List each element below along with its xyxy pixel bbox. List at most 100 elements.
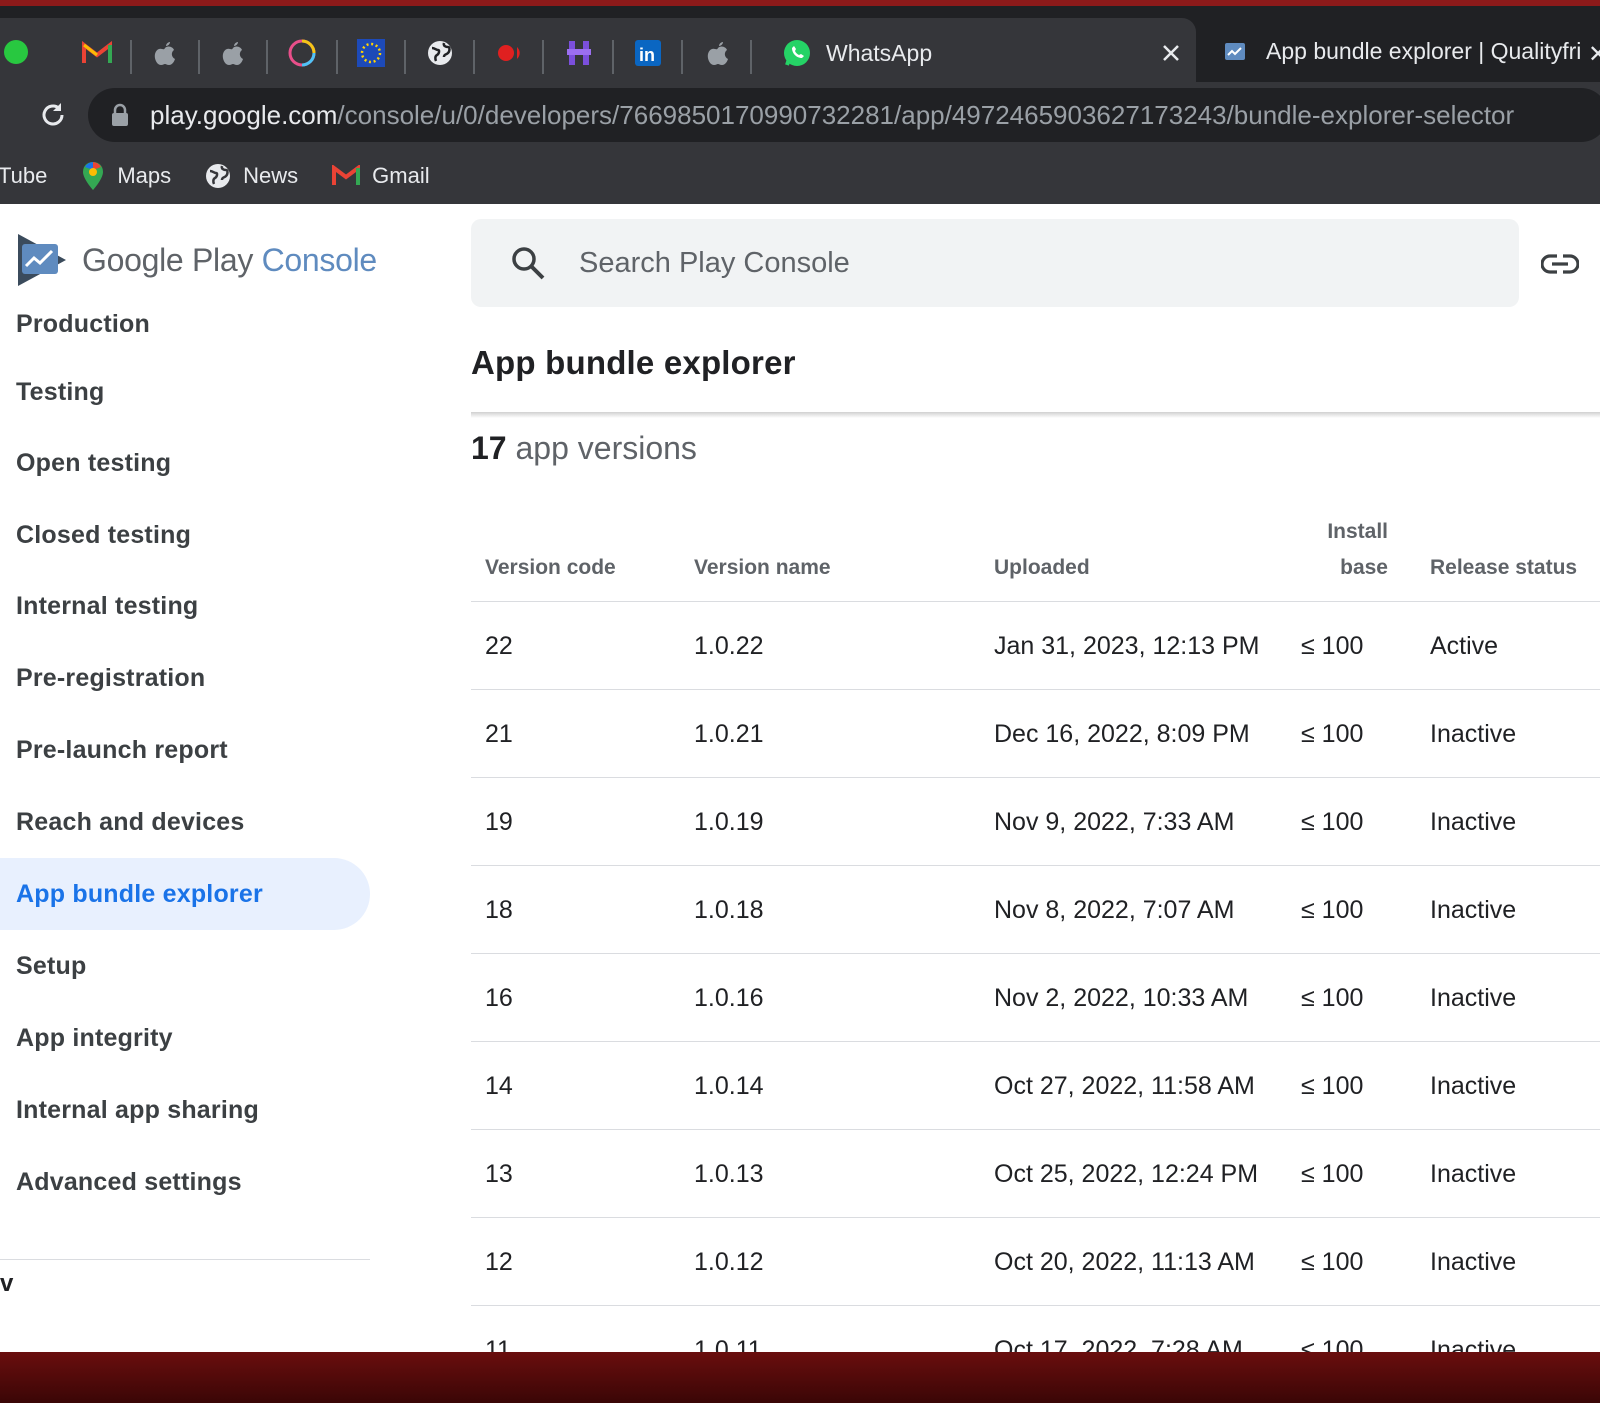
hash-logo-icon xyxy=(567,41,591,65)
bookmark-gmail[interactable]: Gmail xyxy=(332,163,430,189)
cell-version-name: 1.0.19 xyxy=(694,808,764,836)
column-header-version-code[interactable]: Version code xyxy=(485,556,616,580)
sidebar-divider xyxy=(0,1259,370,1260)
pinned-tab-linkedin[interactable]: in xyxy=(631,36,665,70)
globe-icon xyxy=(428,41,452,65)
apple-icon xyxy=(222,42,243,65)
cell-install-base: ≤ 100 xyxy=(1301,808,1364,836)
column-header-version-name[interactable]: Version name xyxy=(694,556,831,580)
lock-icon xyxy=(112,103,128,126)
cell-install-base: ≤ 100 xyxy=(1301,984,1364,1012)
pinned-tab-color-ring[interactable] xyxy=(285,36,319,70)
link-icon xyxy=(1541,254,1579,274)
pinned-tab-hashnode[interactable] xyxy=(562,36,596,70)
url-host: play.google.com xyxy=(150,99,338,130)
sidebar-item-label: Pre-registration xyxy=(16,663,206,692)
apple-icon xyxy=(707,42,728,65)
sidebar-item-label: Testing xyxy=(16,377,105,406)
sidebar-item-internal-app-sharing[interactable]: Internal app sharing xyxy=(0,1074,370,1146)
close-tab-button[interactable]: ✕ xyxy=(1588,40,1600,69)
address-bar[interactable]: play.google.com/console/u/0/developers/7… xyxy=(88,88,1600,142)
sidebar-item-pre-registration[interactable]: Pre-registration xyxy=(0,642,370,714)
reload-button[interactable] xyxy=(34,96,72,134)
table-row[interactable]: 12 1.0.12 Oct 20, 2022, 11:13 AM ≤ 100 I… xyxy=(471,1218,1600,1306)
linkedin-icon: in xyxy=(635,40,661,66)
sidebar-item-testing[interactable]: Testing xyxy=(0,356,370,428)
cell-release-status: Inactive xyxy=(1430,1072,1517,1100)
tab-whatsapp[interactable]: WhatsApp xyxy=(782,36,932,70)
pinned-tab-gmail[interactable] xyxy=(80,36,114,70)
table-row[interactable]: 13 1.0.13 Oct 25, 2022, 12:24 PM ≤ 100 I… xyxy=(471,1130,1600,1218)
cell-uploaded: Oct 27, 2022, 11:58 AM xyxy=(994,1072,1255,1100)
sidebar-item-app-bundle-explorer[interactable]: App bundle explorer xyxy=(0,858,370,930)
sidebar-item-label: Production xyxy=(16,309,150,338)
tab-separator xyxy=(681,40,683,74)
cell-version-name: 1.0.13 xyxy=(694,1160,764,1188)
bookmark-maps[interactable]: Maps xyxy=(81,161,171,191)
record-icon xyxy=(498,45,520,61)
sidebar-item-label: Reach and devices xyxy=(16,807,245,836)
table-row[interactable]: 21 1.0.21 Dec 16, 2022, 8:09 PM ≤ 100 In… xyxy=(471,690,1600,778)
copy-link-button[interactable] xyxy=(1540,244,1580,284)
sidebar-item-label: Open testing xyxy=(16,448,172,477)
tab-separator xyxy=(404,40,406,74)
tab-separator xyxy=(266,40,268,74)
cell-uploaded: Oct 20, 2022, 11:13 AM xyxy=(994,1248,1255,1276)
close-icon xyxy=(1163,45,1179,61)
table-row[interactable]: 14 1.0.14 Oct 27, 2022, 11:58 AM ≤ 100 I… xyxy=(471,1042,1600,1130)
table-row[interactable]: 16 1.0.16 Nov 2, 2022, 10:33 AM ≤ 100 In… xyxy=(471,954,1600,1042)
desktop-background xyxy=(0,1352,1600,1403)
url-path: /console/u/0/developers/7669850170990732… xyxy=(337,99,1515,130)
column-header-release-status[interactable]: Release status xyxy=(1430,556,1577,580)
versions-table: Version code Version name Uploaded Insta… xyxy=(471,494,1600,1352)
cell-release-status: Inactive xyxy=(1430,808,1517,836)
sidebar-item-label: Pre-launch report xyxy=(16,735,228,764)
sidebar-item-internal-testing[interactable]: Internal testing xyxy=(0,570,370,642)
cell-version-name: 1.0.21 xyxy=(694,720,764,748)
column-header-install-line1: Install xyxy=(1327,520,1388,543)
cell-uploaded: Jan 31, 2023, 12:13 PM xyxy=(994,632,1260,660)
version-count-suffix: app versions xyxy=(515,430,697,466)
pinned-tab-apple[interactable] xyxy=(216,36,250,70)
sidebar-item-pre-launch-report[interactable]: Pre-launch report xyxy=(0,714,370,786)
sidebar-item-advanced-settings[interactable]: Advanced settings xyxy=(0,1146,370,1218)
search-input[interactable] xyxy=(579,246,1379,280)
pinned-tab-eu[interactable] xyxy=(354,36,388,70)
pinned-tab-recorder[interactable] xyxy=(493,36,527,70)
tab-separator xyxy=(542,40,544,74)
sidebar-item-production[interactable]: Production xyxy=(0,288,370,360)
bookmark-label: Gmail xyxy=(372,163,430,188)
version-count-number: 17 xyxy=(471,430,507,466)
version-count: 17 app versions xyxy=(471,430,697,467)
cell-version-code: 18 xyxy=(485,896,513,924)
cell-release-status: Inactive xyxy=(1430,1336,1517,1352)
tab-strip: in WhatsApp App bundle explorer | Qualit… xyxy=(0,6,1600,88)
table-row[interactable]: 18 1.0.18 Nov 8, 2022, 7:07 AM ≤ 100 Ina… xyxy=(471,866,1600,954)
table-row[interactable]: 22 1.0.22 Jan 31, 2023, 12:13 PM ≤ 100 A… xyxy=(471,602,1600,690)
pinned-tab-apple[interactable] xyxy=(701,36,735,70)
bookmark-youtube[interactable]: Tube xyxy=(0,163,47,189)
sidebar-item-label: Internal testing xyxy=(16,591,199,620)
pinned-tab-apple[interactable] xyxy=(148,36,182,70)
table-row[interactable]: 11 1.0.11 Oct 17, 2022, 7:28 AM ≤ 100 In… xyxy=(471,1306,1600,1352)
sidebar-item-open-testing[interactable]: Open testing xyxy=(0,427,370,499)
cell-release-status: Inactive xyxy=(1430,1248,1517,1276)
sidebar-item-reach-and-devices[interactable]: Reach and devices xyxy=(0,786,370,858)
table-row[interactable]: 19 1.0.19 Nov 9, 2022, 7:33 AM ≤ 100 Ina… xyxy=(471,778,1600,866)
search-bar[interactable] xyxy=(471,219,1519,307)
tab-app-bundle-explorer[interactable]: App bundle explorer | Qualityfri ✕ xyxy=(1196,20,1600,88)
color-ring-icon xyxy=(288,39,316,67)
close-tab-button[interactable] xyxy=(1156,38,1186,68)
column-header-install-base[interactable]: Install base xyxy=(1303,520,1388,580)
sidebar-item-closed-testing[interactable]: Closed testing xyxy=(0,499,370,571)
cell-version-code: 11 xyxy=(485,1336,511,1352)
pinned-tab-globe[interactable] xyxy=(423,36,457,70)
window-zoom-button[interactable] xyxy=(4,40,28,64)
url-text: play.google.com/console/u/0/developers/7… xyxy=(150,100,1514,131)
sidebar-item-app-integrity[interactable]: App integrity xyxy=(0,1002,370,1074)
tab-active-label: App bundle explorer | Qualityfri xyxy=(1266,38,1582,64)
bookmark-news[interactable]: News xyxy=(205,163,298,189)
sidebar-item-setup[interactable]: Setup xyxy=(0,930,370,1002)
column-header-uploaded[interactable]: Uploaded xyxy=(994,556,1090,580)
play-console-logo[interactable]: Google Play Console xyxy=(16,232,377,288)
